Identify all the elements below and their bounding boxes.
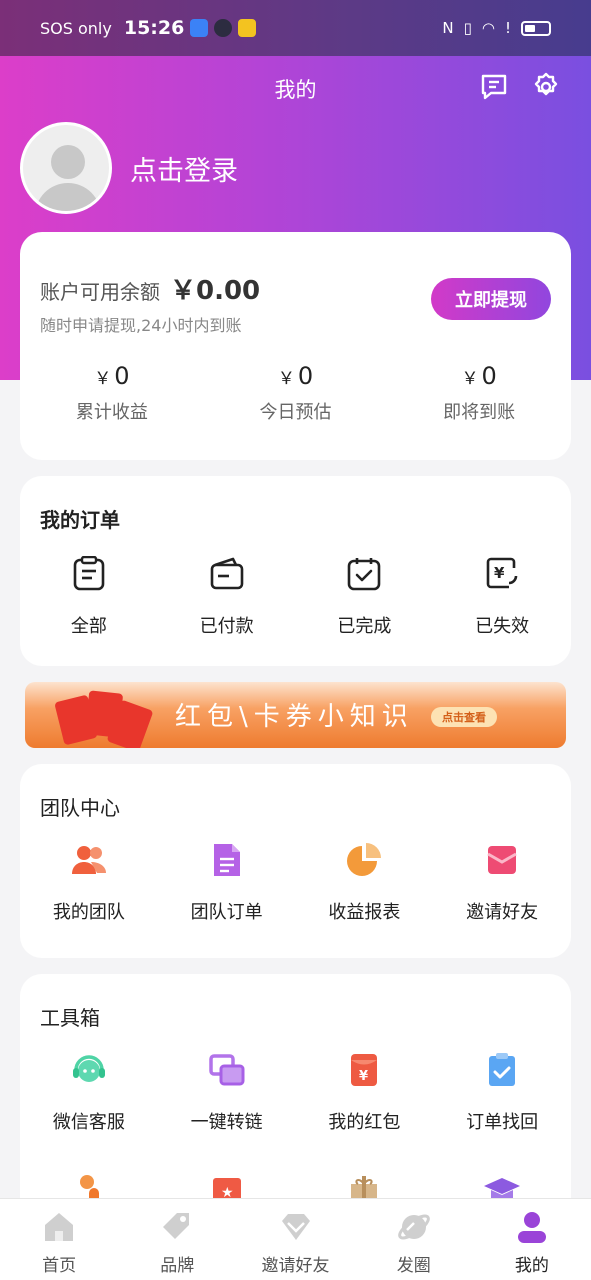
clock: 15:26 xyxy=(123,17,185,39)
withdraw-button[interactable]: 立即提现 xyxy=(431,278,551,320)
order-retrieve-icon xyxy=(482,1050,522,1090)
team-label: 团队订单 xyxy=(190,902,263,923)
svg-text:¥: ¥ xyxy=(494,564,505,582)
carrier-text: SOS only xyxy=(40,18,112,38)
order-label: 全部 xyxy=(70,616,107,637)
tab-mine[interactable]: 我的 xyxy=(473,1199,591,1280)
balance-label: 账户可用余额 xyxy=(40,280,160,304)
tool-wechat-service[interactable]: 微信客服 xyxy=(20,1050,158,1134)
order-paid[interactable]: 已付款 xyxy=(158,554,296,638)
tab-moments[interactable]: 发圈 xyxy=(355,1199,473,1280)
user-icon xyxy=(514,1209,550,1245)
headset-icon xyxy=(69,1050,109,1090)
tools-title: 工具箱 xyxy=(40,1006,100,1030)
tool-convert-link[interactable]: 一键转链 xyxy=(158,1050,296,1134)
team-label: 邀请好友 xyxy=(466,902,539,923)
planet-icon xyxy=(396,1209,432,1245)
team-label: 我的团队 xyxy=(52,902,125,923)
balance-subtext: 随时申请提现,24小时内到账 xyxy=(40,316,242,335)
stat-value: 0 xyxy=(114,362,130,390)
knowledge-banner[interactable]: 红包\卡券小知识 点击查看 xyxy=(25,682,566,748)
tab-invite[interactable]: 邀请好友 xyxy=(236,1199,354,1280)
banner-text: 红包\卡券小知识 xyxy=(175,702,414,732)
svg-text:¥: ¥ xyxy=(359,1069,368,1084)
page-title: 我的 xyxy=(274,78,317,102)
team-center-card: 团队中心 我的团队 团队订单 收益报表 邀请好友 xyxy=(20,764,571,958)
alert-icon: ! xyxy=(504,19,511,37)
shield-app-icon xyxy=(190,19,209,37)
orders-title: 我的订单 xyxy=(40,508,120,532)
yen-refresh-icon: ¥ xyxy=(482,554,522,594)
tool-label: 订单找回 xyxy=(466,1112,539,1133)
team-earnings-report[interactable]: 收益报表 xyxy=(296,840,434,924)
invite-envelope-icon xyxy=(482,840,522,880)
tab-label: 首页 xyxy=(42,1256,77,1276)
stat-today-estimate[interactable]: ￥ 0 今日预估 xyxy=(204,362,388,424)
team-icon xyxy=(69,840,109,880)
stat-pending[interactable]: ￥ 0 即将到账 xyxy=(387,362,571,424)
convert-link-icon xyxy=(207,1050,247,1090)
battery-icon xyxy=(521,20,551,36)
vibrate-icon: ▯ xyxy=(463,19,472,37)
document-icon xyxy=(207,840,247,880)
message-icon[interactable] xyxy=(479,72,509,102)
order-expired[interactable]: ¥ 已失效 xyxy=(433,554,571,638)
balance-card: 账户可用余额 ￥0.00 随时申请提现,24小时内到账 立即提现 ￥ 0 累计收益… xyxy=(20,232,571,460)
order-label: 已付款 xyxy=(199,616,254,637)
tool-label: 微信客服 xyxy=(52,1112,125,1133)
nfc-icon: N xyxy=(442,19,454,37)
clipboard-check-icon xyxy=(344,554,384,594)
avatar[interactable] xyxy=(20,122,112,214)
login-link[interactable]: 点击登录 xyxy=(130,149,238,188)
order-all[interactable]: 全部 xyxy=(20,554,158,638)
team-invite-friends[interactable]: 邀请好友 xyxy=(433,840,571,924)
clipboard-list-icon xyxy=(69,554,109,594)
tab-label: 品牌 xyxy=(160,1256,195,1276)
stat-label: 今日预估 xyxy=(259,402,332,423)
red-packet-icon: ¥ xyxy=(344,1050,384,1090)
pie-chart-icon xyxy=(344,840,384,880)
wifi-icon: ◠ xyxy=(481,19,495,37)
tool-label: 我的红包 xyxy=(328,1112,401,1133)
team-title: 团队中心 xyxy=(40,796,120,820)
brand-tag-icon xyxy=(159,1209,195,1245)
status-bar: SOS only 15:26 N ▯ ◠ ! xyxy=(0,0,591,56)
team-my-team[interactable]: 我的团队 xyxy=(20,840,158,924)
balance-amount: ￥0.00 xyxy=(170,276,261,306)
settings-icon[interactable] xyxy=(531,72,561,102)
tab-brand[interactable]: 品牌 xyxy=(118,1199,236,1280)
bottom-tab-bar: 首页 品牌 邀请好友 发圈 我的 xyxy=(0,1198,591,1280)
tab-home[interactable]: 首页 xyxy=(0,1199,118,1280)
stat-total-earnings[interactable]: ￥ 0 累计收益 xyxy=(20,362,204,424)
vpn-icon xyxy=(214,19,233,37)
tool-my-red-packet[interactable]: ¥ 我的红包 xyxy=(296,1050,434,1134)
page-header: 我的 xyxy=(0,56,591,122)
order-label: 已失效 xyxy=(475,616,530,637)
wallet-icon xyxy=(207,554,247,594)
tool-order-retrieve[interactable]: 订单找回 xyxy=(433,1050,571,1134)
order-label: 已完成 xyxy=(337,616,392,637)
stat-label: 即将到账 xyxy=(443,402,516,423)
diamond-icon xyxy=(278,1209,314,1245)
team-label: 收益报表 xyxy=(328,902,401,923)
banner-cta-button[interactable]: 点击查看 xyxy=(431,707,497,727)
orders-card: 我的订单 全部 已付款 已完成 ¥ 已失效 xyxy=(20,476,571,666)
tool-label: 一键转链 xyxy=(190,1112,263,1133)
tab-label: 我的 xyxy=(514,1256,549,1276)
stat-value: 0 xyxy=(481,362,497,390)
order-completed[interactable]: 已完成 xyxy=(296,554,434,638)
home-icon xyxy=(41,1209,77,1245)
stat-label: 累计收益 xyxy=(75,402,148,423)
tab-label: 邀请好友 xyxy=(261,1256,330,1276)
team-orders[interactable]: 团队订单 xyxy=(158,840,296,924)
app-notification-icon xyxy=(238,19,257,37)
stat-value: 0 xyxy=(297,362,314,390)
tab-label: 发圈 xyxy=(396,1256,431,1276)
profile-section[interactable]: 点击登录 xyxy=(20,122,238,214)
